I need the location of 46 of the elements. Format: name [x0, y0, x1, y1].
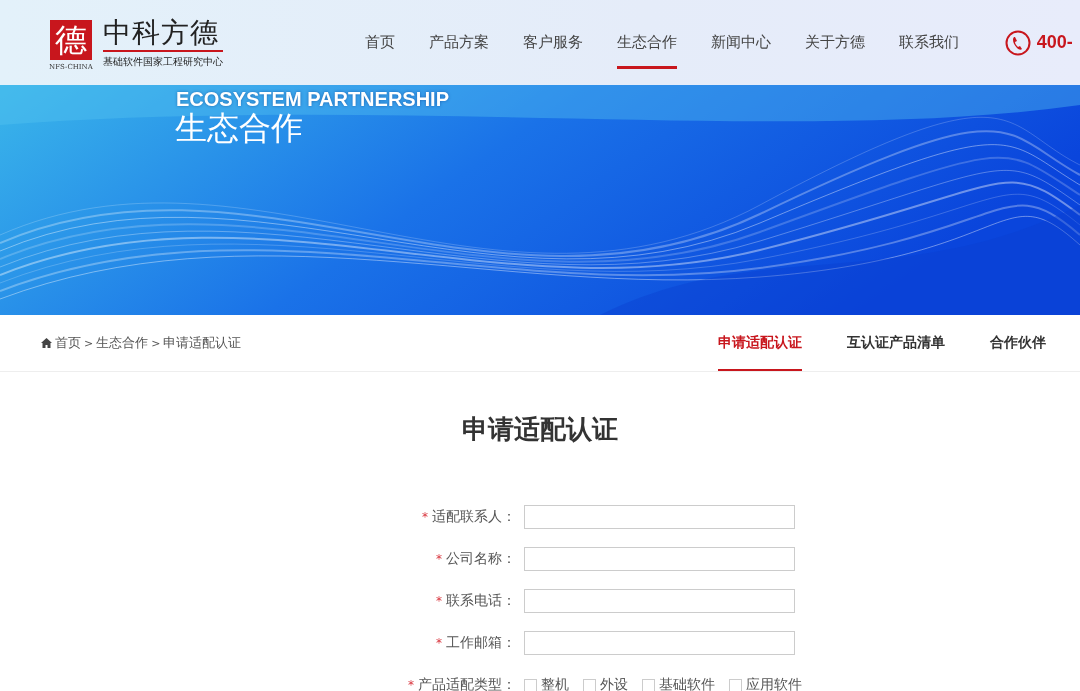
phone-number[interactable]: 400- — [1036, 32, 1073, 53]
breadcrumb-separator: > — [151, 336, 161, 350]
nav-link[interactable]: 首页 — [347, 0, 412, 85]
breadcrumb-link[interactable]: 首页 — [55, 334, 81, 352]
required-mark: * — [436, 594, 442, 608]
checkbox[interactable] — [729, 678, 742, 691]
nav-link[interactable]: 客户服务 — [505, 0, 600, 85]
checkbox-label[interactable]: 基础软件 — [659, 676, 715, 691]
section-tab[interactable]: 合作伙伴 — [990, 315, 1046, 371]
checkbox[interactable] — [642, 678, 655, 691]
input-field[interactable] — [524, 631, 795, 655]
breadcrumb-separator: > — [84, 336, 94, 350]
home-icon — [41, 338, 52, 348]
required-mark: * — [436, 552, 442, 566]
breadcrumb-link[interactable]: 生态合作 — [96, 334, 149, 352]
breadcrumb-link[interactable]: 申请适配认证 — [163, 334, 242, 352]
section-tab[interactable]: 申请适配认证 — [718, 315, 802, 371]
banner-subtitle: ECOSYSTEM PARTNERSHIP — [176, 88, 449, 111]
input-field[interactable] — [524, 505, 795, 529]
nav-link[interactable]: 联系我们 — [881, 0, 976, 85]
brand-subtitle: 基础软件国家工程研究中心 — [102, 54, 223, 69]
checkbox-label[interactable]: 外设 — [600, 676, 628, 691]
brand-name: 中科方德 — [102, 18, 223, 52]
checkbox[interactable] — [524, 678, 537, 691]
field-label: 公司名称： — [446, 550, 516, 566]
nav-link[interactable]: 生态合作 — [599, 0, 694, 85]
input-field[interactable] — [524, 589, 795, 613]
required-mark: * — [436, 636, 442, 650]
phone-icon — [1004, 29, 1031, 56]
checkbox[interactable] — [583, 678, 596, 691]
banner-title: 生态合作 — [175, 108, 303, 149]
checkbox-label[interactable]: 应用软件 — [746, 676, 802, 691]
field-label: 联系电话： — [446, 592, 516, 608]
input-field[interactable] — [524, 547, 795, 571]
nav-link[interactable]: 新闻中心 — [693, 0, 788, 85]
section-tab[interactable]: 互认证产品清单 — [847, 315, 945, 371]
field-label: 适配联系人： — [432, 508, 516, 524]
required-mark: * — [422, 510, 428, 524]
form-title: 申请适配认证 — [461, 413, 619, 446]
nav-link[interactable]: 关于方德 — [787, 0, 882, 85]
field-label: 产品适配类型： — [418, 676, 516, 691]
field-label: 工作邮箱： — [446, 634, 516, 650]
required-mark: * — [408, 678, 414, 691]
logo-mark: 德 — [49, 20, 92, 60]
nav-link[interactable]: 产品方案 — [411, 0, 506, 85]
checkbox-label[interactable]: 整机 — [541, 676, 569, 691]
